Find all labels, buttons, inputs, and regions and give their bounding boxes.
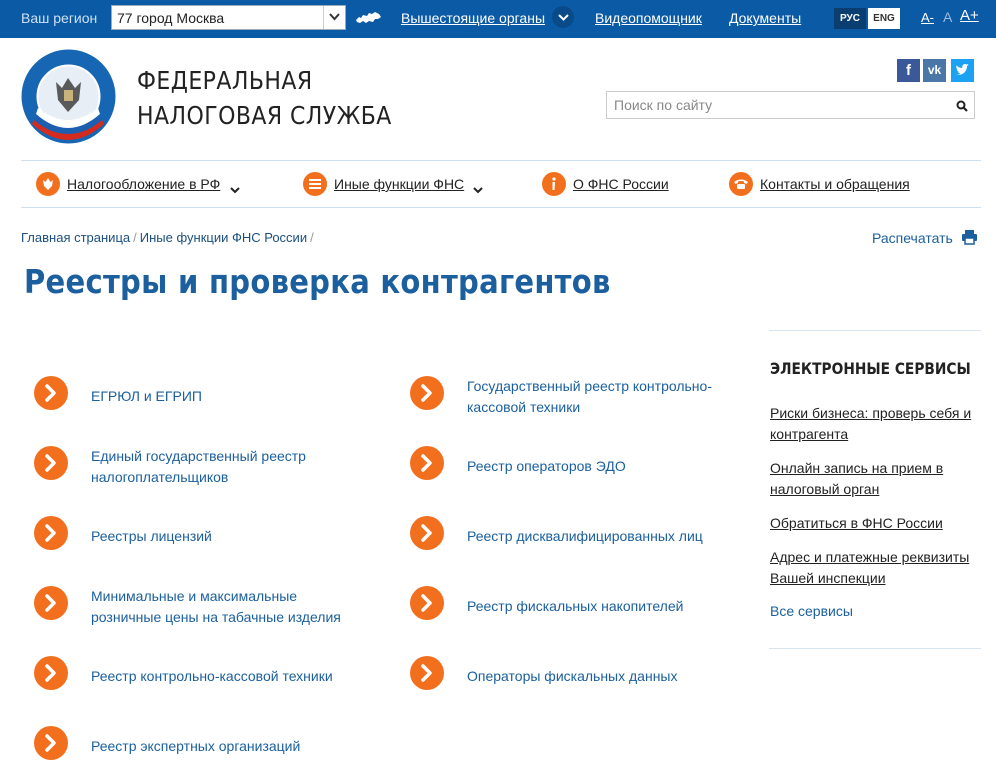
site-title-line1: ФЕДЕРАЛЬНАЯ <box>137 66 313 95</box>
page-title: Реестры и проверка контрагентов <box>24 262 611 301</box>
chevron-down-icon[interactable] <box>323 6 345 29</box>
region-value: 77 город Москва <box>117 10 225 26</box>
sidebar-link-online-appointment[interactable]: Онлайн запись на прием в налоговый орган <box>770 458 982 500</box>
arrow-right-icon <box>34 726 68 760</box>
registry-link[interactable]: Реестр экспертных организаций <box>91 736 361 757</box>
region-select[interactable]: 77 город Москва <box>111 5 346 30</box>
sidebar-divider-top <box>769 330 981 331</box>
link-higher-bodies[interactable]: Вышестоящие органы <box>401 10 545 26</box>
arrow-right-icon <box>34 446 68 480</box>
breadcrumb-separator: / <box>133 230 137 245</box>
menu-icon <box>303 172 327 196</box>
registry-link[interactable]: Реестр фискальных накопителей <box>467 596 737 617</box>
chevron-down-icon <box>230 181 240 199</box>
fns-logo[interactable] <box>20 48 117 145</box>
vk-icon[interactable]: vk <box>923 59 946 82</box>
arrow-right-icon <box>410 446 444 480</box>
breadcrumb-home[interactable]: Главная страница <box>21 230 130 245</box>
site-title[interactable]: ФЕДЕРАЛЬНАЯ НАЛОГОВАЯ СЛУЖБА <box>137 63 392 133</box>
sidebar-link-inspection-details[interactable]: Адрес и платежные реквизиты Вашей инспек… <box>770 547 982 589</box>
sidebar-link-business-risks[interactable]: Риски бизнеса: проверь себя и контрагент… <box>770 403 982 445</box>
nav-label: О ФНС России <box>573 176 669 192</box>
printer-icon[interactable] <box>961 229 978 250</box>
lang-en-button[interactable]: ENG <box>868 8 900 29</box>
sidebar-divider-bottom <box>769 648 981 649</box>
lang-ru-button[interactable]: РУС <box>834 8 866 29</box>
arrow-right-icon <box>410 516 444 550</box>
sidebar-title: ЭЛЕКТРОННЫЕ СЕРВИСЫ <box>770 359 971 378</box>
registry-link[interactable]: Реестры лицензий <box>91 526 361 547</box>
registry-link[interactable]: Реестр контрольно-кассовой техники <box>91 666 361 687</box>
font-increase-button[interactable]: A+ <box>960 7 979 24</box>
link-documents[interactable]: Документы <box>729 10 801 26</box>
arrow-right-icon <box>34 656 68 690</box>
arrow-right-icon <box>34 376 68 410</box>
site-search[interactable] <box>606 91 975 119</box>
search-input[interactable] <box>614 97 944 113</box>
top-bar: Ваш регион 77 город Москва Вышестоящие о… <box>0 0 996 38</box>
registry-link[interactable]: Операторы фискальных данных <box>467 666 737 687</box>
registry-link[interactable]: Реестр операторов ЭДО <box>467 456 737 477</box>
registry-link[interactable]: Единый государственный реестр налогоплат… <box>91 446 361 488</box>
chevron-down-icon <box>473 181 483 199</box>
font-decrease-button[interactable]: A- <box>921 10 934 25</box>
nav-label: Налогообложение в РФ <box>67 176 221 192</box>
phone-icon <box>729 172 753 196</box>
nav-label: Иные функции ФНС <box>334 176 465 192</box>
arrow-right-icon <box>410 376 444 410</box>
registry-link[interactable]: Государственный реестр контрольно-кассов… <box>467 376 737 418</box>
site-title-line2: НАЛОГОВАЯ СЛУЖБА <box>137 101 392 130</box>
nav-divider-bottom <box>21 207 981 208</box>
breadcrumb-separator: / <box>310 230 314 245</box>
region-label: Ваш регион <box>21 10 98 26</box>
sidebar-all-services-link[interactable]: Все сервисы <box>770 603 853 619</box>
registry-link[interactable]: Минимальные и максимальные розничные цен… <box>91 586 361 628</box>
nav-label: Контакты и обращения <box>760 176 910 192</box>
russia-map-icon <box>355 11 382 30</box>
registry-link[interactable]: Реестр дисквалифицированных лиц <box>467 526 737 547</box>
font-normal-button[interactable]: A <box>943 9 952 25</box>
sidebar-link-contact-fns[interactable]: Обратиться в ФНС России <box>770 513 982 534</box>
nav-divider-top <box>21 160 981 161</box>
arrow-right-icon <box>34 516 68 550</box>
arrow-right-icon <box>410 656 444 690</box>
info-icon <box>542 172 566 196</box>
breadcrumb-other-functions[interactable]: Иные функции ФНС России <box>140 230 307 245</box>
facebook-icon[interactable]: f <box>897 59 920 82</box>
search-icon[interactable] <box>956 99 968 117</box>
breadcrumb: Главная страница / Иные функции ФНС России… <box>21 230 317 245</box>
print-link[interactable]: Распечатать <box>872 230 953 246</box>
arrow-right-icon <box>34 586 68 620</box>
registry-link[interactable]: ЕГРЮЛ и ЕГРИП <box>91 386 361 407</box>
arrow-right-icon <box>410 586 444 620</box>
chevron-down-icon[interactable] <box>552 6 574 28</box>
link-video-assistant[interactable]: Видеопомощник <box>595 10 702 26</box>
twitter-icon[interactable] <box>951 59 974 82</box>
emblem-icon <box>36 172 60 196</box>
